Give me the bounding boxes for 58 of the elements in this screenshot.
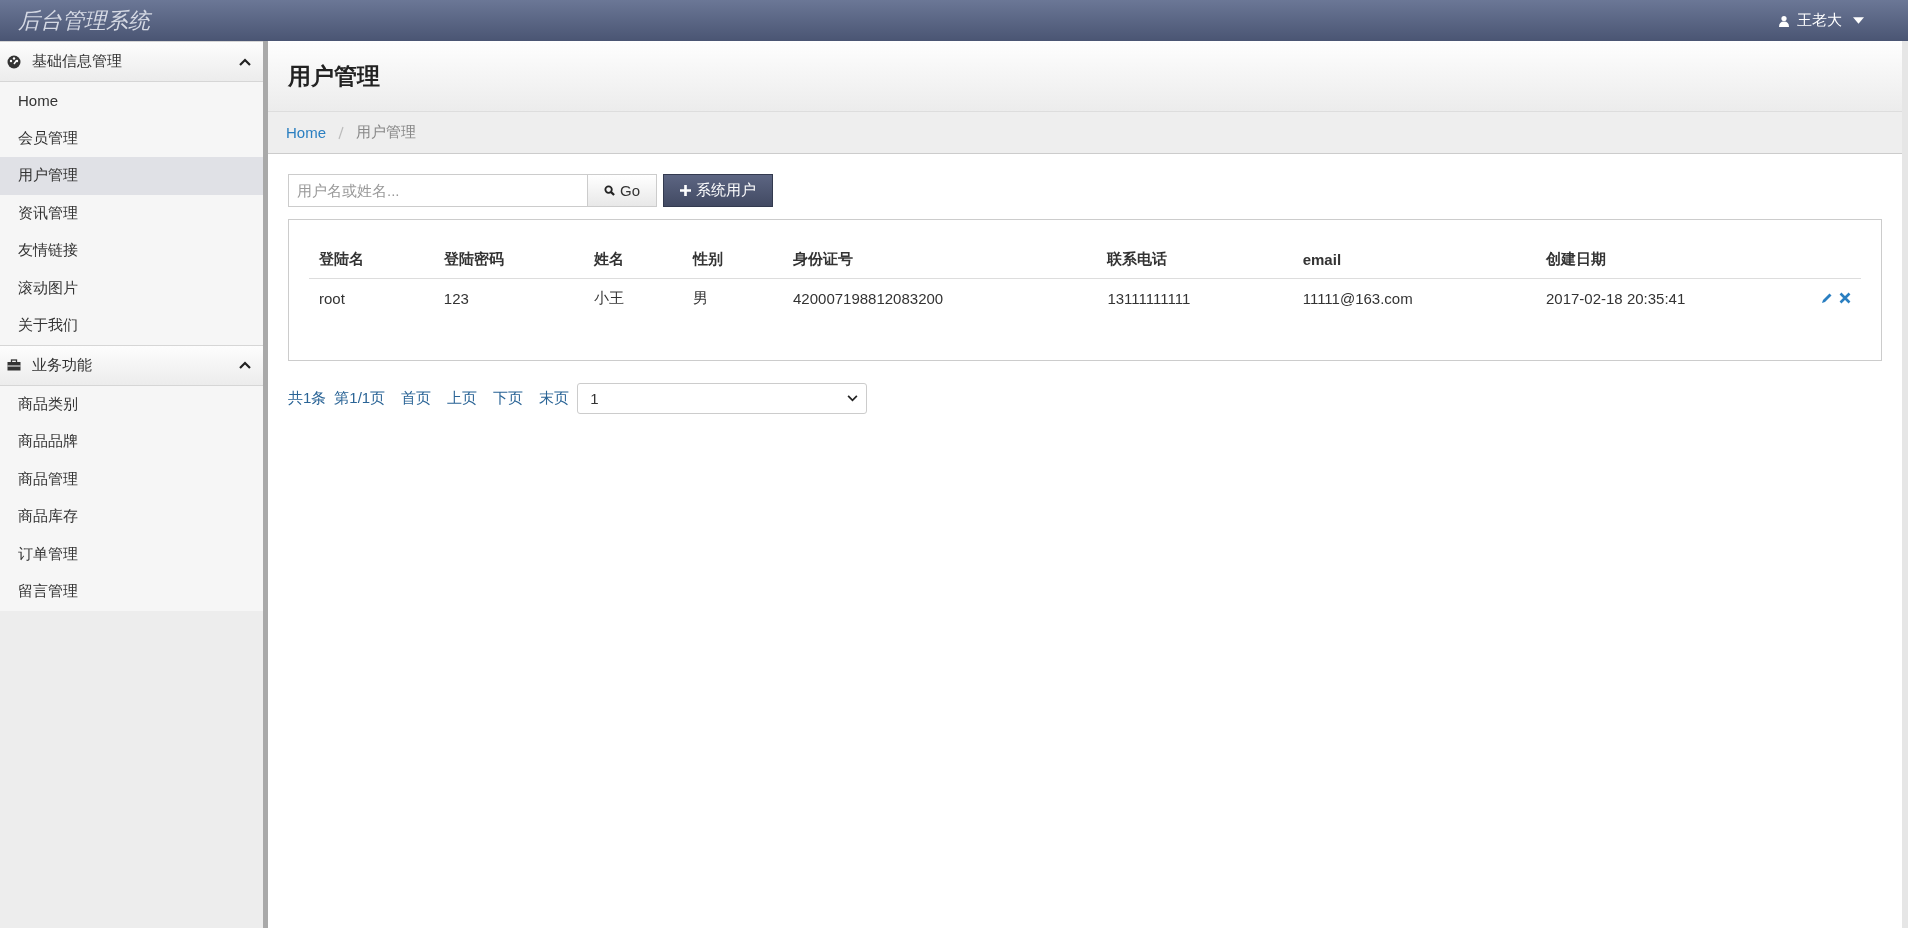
pagination-link[interactable]: 上页 bbox=[447, 389, 478, 408]
page-title: 用户管理 bbox=[288, 61, 380, 91]
column-header: 登陆密码 bbox=[433, 240, 584, 279]
total-count: 共1条 bbox=[288, 389, 327, 408]
column-header: 姓名 bbox=[583, 240, 684, 279]
chevron-down-icon bbox=[847, 395, 859, 402]
table-cell: root bbox=[309, 278, 434, 317]
pagination-link[interactable]: 末页 bbox=[539, 389, 570, 408]
column-header: 联系电话 bbox=[1097, 240, 1293, 279]
sidebar-group-header[interactable]: 业务功能 bbox=[0, 344, 263, 386]
sidebar-item[interactable]: 商品管理 bbox=[0, 460, 263, 498]
column-header: 创建日期 bbox=[1536, 240, 1809, 279]
table-cell: 420007198812083200 bbox=[783, 278, 1098, 317]
search-icon bbox=[604, 185, 615, 196]
breadcrumb-link[interactable]: Home bbox=[286, 124, 326, 141]
user-menu[interactable]: 王老大 bbox=[1774, 7, 1868, 34]
sidebar-group-header[interactable]: 基础信息管理 bbox=[0, 41, 263, 82]
column-header: 登陆名 bbox=[309, 240, 434, 279]
page-select[interactable]: 1 bbox=[577, 383, 868, 414]
table-cell: 13111111111 bbox=[1097, 278, 1293, 317]
sidebar-item[interactable]: 资讯管理 bbox=[0, 194, 263, 232]
sidebar-item[interactable]: Home bbox=[0, 82, 263, 120]
search-button[interactable]: Go bbox=[588, 174, 657, 207]
delete-icon[interactable] bbox=[1839, 291, 1851, 304]
sidebar-item[interactable]: 会员管理 bbox=[0, 119, 263, 157]
chevron-up-icon bbox=[239, 57, 251, 66]
table-cell: 男 bbox=[683, 278, 783, 317]
caret-icon bbox=[1853, 17, 1864, 24]
breadcrumb-current: 用户管理 bbox=[356, 123, 416, 142]
table-cell: 小王 bbox=[583, 278, 684, 317]
briefcase-icon bbox=[7, 358, 21, 372]
table-cell: 123 bbox=[433, 278, 584, 317]
slash-separator-icon bbox=[338, 125, 344, 140]
pencil-icon[interactable] bbox=[1820, 291, 1833, 304]
pagination-link[interactable]: 首页 bbox=[401, 389, 432, 408]
sidebar-item[interactable]: 友情链接 bbox=[0, 232, 263, 270]
sidebar-item[interactable]: 留言管理 bbox=[0, 573, 263, 611]
sidebar-item[interactable]: 用户管理 bbox=[0, 157, 263, 195]
table-cell: 11111@163.com bbox=[1292, 278, 1536, 317]
search-field[interactable]: 用户名或姓名... bbox=[288, 174, 588, 207]
sidebar-item[interactable]: 关于我们 bbox=[0, 307, 263, 345]
app-title: 后台管理系统 bbox=[18, 6, 150, 35]
column-header: 性别 bbox=[683, 240, 783, 279]
plus-icon bbox=[680, 185, 691, 196]
user-icon bbox=[1778, 14, 1790, 27]
pagination-link[interactable]: 下页 bbox=[493, 389, 524, 408]
sidebar-item[interactable]: 滚动图片 bbox=[0, 269, 263, 307]
table-cell: 2017-02-18 20:35:41 bbox=[1536, 278, 1809, 317]
column-header: 身份证号 bbox=[783, 240, 1098, 279]
dashboard-icon bbox=[7, 54, 21, 69]
sidebar-item[interactable]: 商品品牌 bbox=[0, 423, 263, 461]
sidebar-item[interactable]: 商品类别 bbox=[0, 385, 263, 423]
sidebar-item[interactable]: 商品库存 bbox=[0, 498, 263, 536]
column-header: email bbox=[1292, 240, 1536, 279]
add-user-button[interactable]: 系统用户 bbox=[663, 174, 773, 207]
page-info: 第1/1页 bbox=[334, 389, 386, 408]
chevron-up-icon bbox=[239, 361, 251, 369]
sidebar-item[interactable]: 订单管理 bbox=[0, 535, 263, 573]
